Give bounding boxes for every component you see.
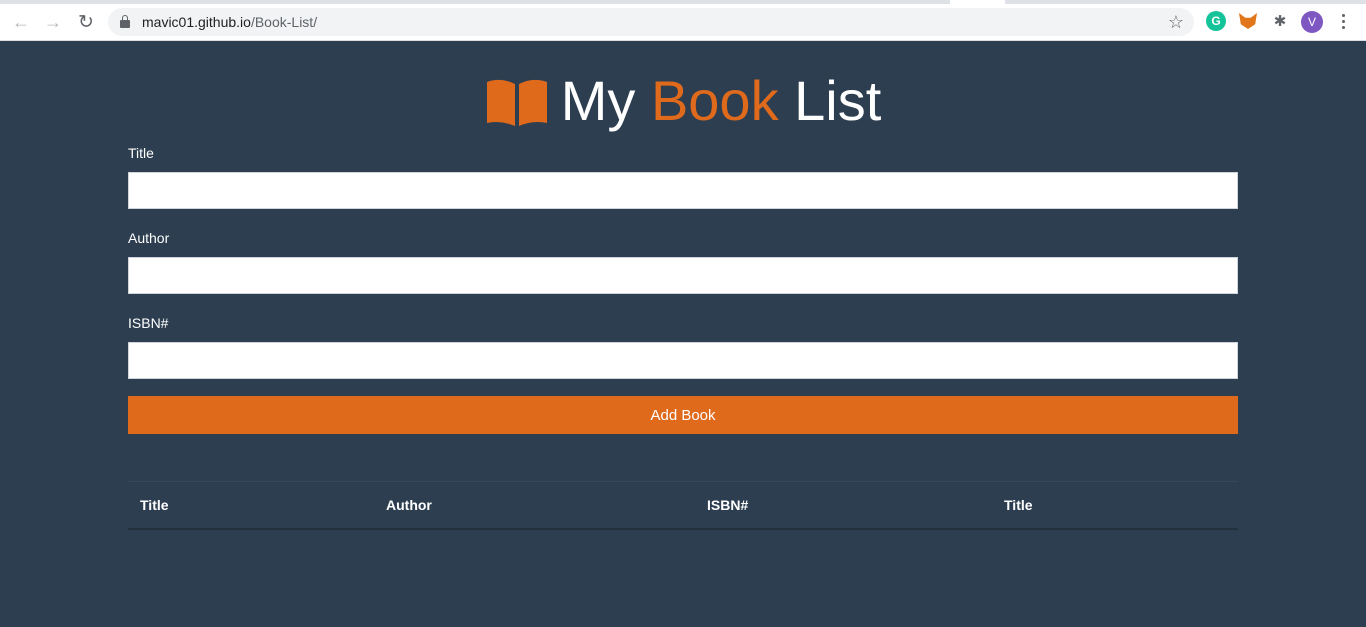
- page-header: My Book List: [0, 66, 1366, 136]
- author-input[interactable]: [128, 257, 1238, 294]
- table-header-row: Title Author ISBN# Title: [128, 481, 1238, 530]
- forward-arrow-icon: →: [44, 12, 62, 32]
- add-book-button[interactable]: Add Book: [128, 396, 1238, 434]
- lock-icon[interactable]: [120, 15, 130, 28]
- column-header-author: Author: [374, 481, 695, 530]
- column-header-title: Title: [128, 481, 374, 530]
- title-word-list: List: [778, 69, 882, 132]
- column-header-title-2: Title: [992, 481, 1238, 530]
- back-arrow-icon: ←: [12, 12, 30, 32]
- isbn-field-group: ISBN#: [128, 315, 1238, 379]
- active-tab[interactable]: [950, 0, 1005, 4]
- open-book-icon: [486, 79, 547, 126]
- kebab-menu-icon[interactable]: [1335, 11, 1351, 31]
- reload-icon: ↻: [78, 11, 94, 33]
- isbn-label: ISBN#: [128, 315, 169, 331]
- address-bar[interactable]: mavic01.github.io/Book-List/ ☆: [108, 8, 1194, 36]
- book-list-table: Title Author ISBN# Title: [128, 481, 1238, 530]
- browser-toolbar: ← → ↻ mavic01.github.io/Book-List/ ☆ G ✱…: [0, 0, 1366, 41]
- metamask-fox-icon[interactable]: [1238, 11, 1258, 31]
- title-word-book: Book: [650, 69, 779, 132]
- bookmark-star-icon[interactable]: ☆: [1168, 11, 1184, 33]
- book-form: Title Author ISBN# Add Book: [128, 145, 1238, 434]
- back-button[interactable]: ←: [9, 10, 33, 34]
- extensions-puzzle-icon[interactable]: ✱: [1270, 11, 1290, 31]
- profile-avatar[interactable]: V: [1301, 11, 1323, 33]
- author-field-group: Author: [128, 230, 1238, 294]
- title-word-my: My: [560, 69, 651, 132]
- url-host: mavic01.github.io: [142, 14, 251, 30]
- title-label: Title: [128, 145, 154, 161]
- author-label: Author: [128, 230, 170, 246]
- page-title: My Book List: [561, 66, 882, 136]
- title-input[interactable]: [128, 172, 1238, 209]
- tab-strip: [0, 0, 1366, 4]
- forward-button[interactable]: →: [41, 10, 65, 34]
- grammarly-extension-icon[interactable]: G: [1206, 11, 1226, 31]
- column-header-isbn: ISBN#: [695, 481, 992, 530]
- book-table-container: Title Author ISBN# Title: [128, 481, 1238, 530]
- isbn-input[interactable]: [128, 342, 1238, 379]
- url-text[interactable]: mavic01.github.io/Book-List/: [142, 14, 317, 30]
- reload-button[interactable]: ↻: [74, 10, 98, 34]
- url-path: /Book-List/: [250, 14, 318, 30]
- title-field-group: Title: [128, 145, 1238, 209]
